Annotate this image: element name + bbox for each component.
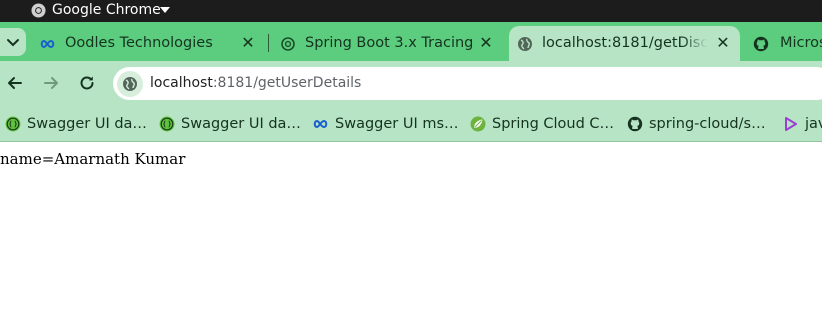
bookmarks-bar: Swagger UI da… Swagger UI da… Swagger UI… — [0, 106, 822, 142]
close-tab-icon[interactable]: ✕ — [478, 35, 494, 51]
globe-icon — [123, 77, 137, 91]
app-menu-label[interactable]: Google Chrome — [52, 1, 161, 20]
bookmark-item[interactable]: Swagger UI da… — [5, 112, 147, 136]
tab-title: Oodles Technologies — [65, 35, 213, 51]
bookmark-label: Swagger UI da… — [27, 116, 147, 132]
github-icon — [627, 116, 643, 132]
bookmark-item[interactable]: jav — [783, 112, 822, 136]
tab-strip: Oodles Technologies ✕ Spring Boot 3.x Tr… — [0, 22, 822, 61]
tab-microservices[interactable]: Micros — [745, 26, 822, 61]
tab-title: Micros — [780, 35, 822, 51]
globe-icon — [518, 37, 532, 51]
response-text: name=Amarnath Kumar — [0, 150, 186, 168]
reload-icon[interactable] — [77, 73, 97, 93]
tab-localhost-active[interactable]: localhost:8181/getDisco ✕ — [509, 26, 740, 61]
tab-oodles[interactable]: Oodles Technologies ✕ — [32, 26, 264, 61]
swagger-icon — [159, 116, 175, 132]
bookmark-item[interactable]: Swagger UI ms… — [313, 112, 459, 136]
url-text[interactable]: localhost:8181/getUserDetails — [150, 75, 361, 92]
purple-play-icon — [785, 117, 797, 131]
system-top-bar: Google Chrome — [0, 0, 822, 22]
openai-icon — [281, 37, 295, 51]
app-menu-caret-icon[interactable] — [160, 7, 170, 13]
tab-title: Spring Boot 3.x Tracing — [305, 35, 474, 51]
chevron-down-icon — [7, 39, 19, 47]
tab-search-button[interactable] — [0, 28, 26, 56]
close-tab-icon[interactable]: ✕ — [240, 35, 256, 51]
browser-toolbar: localhost:8181/getUserDetails — [0, 61, 822, 106]
bookmark-label: Spring Cloud C… — [492, 116, 615, 132]
bookmark-label: Swagger UI ms… — [335, 116, 459, 132]
tab-title: localhost:8181/getDisco — [542, 35, 707, 51]
forward-arrow-icon[interactable] — [41, 73, 61, 93]
github-icon — [753, 36, 769, 52]
infinity-icon — [313, 119, 328, 129]
chrome-logo-icon — [31, 3, 46, 18]
spring-icon — [470, 116, 486, 132]
tab-spring-boot-tracing[interactable]: Spring Boot 3.x Tracing ✕ — [272, 26, 504, 61]
url-host: localhost — [150, 75, 213, 91]
address-bar[interactable]: localhost:8181/getUserDetails — [113, 67, 822, 100]
bookmark-item[interactable]: spring-cloud/s… — [627, 112, 767, 136]
page-content: name=Amarnath Kumar — [0, 143, 822, 309]
back-arrow-icon[interactable] — [5, 73, 25, 93]
infinity-icon — [40, 39, 55, 49]
bookmark-label: spring-cloud/s… — [649, 116, 766, 132]
bookmark-label: Swagger UI da… — [181, 116, 301, 132]
bookmark-label: jav — [805, 116, 822, 132]
bookmark-item[interactable]: Swagger UI da… — [159, 112, 301, 136]
url-path: :8181/getUserDetails — [212, 75, 362, 91]
tab-separator — [268, 34, 269, 52]
swagger-icon — [5, 116, 21, 132]
bookmark-item[interactable]: Spring Cloud C… — [470, 112, 614, 136]
close-tab-icon[interactable]: ✕ — [715, 35, 731, 51]
site-info-button[interactable] — [117, 71, 143, 97]
